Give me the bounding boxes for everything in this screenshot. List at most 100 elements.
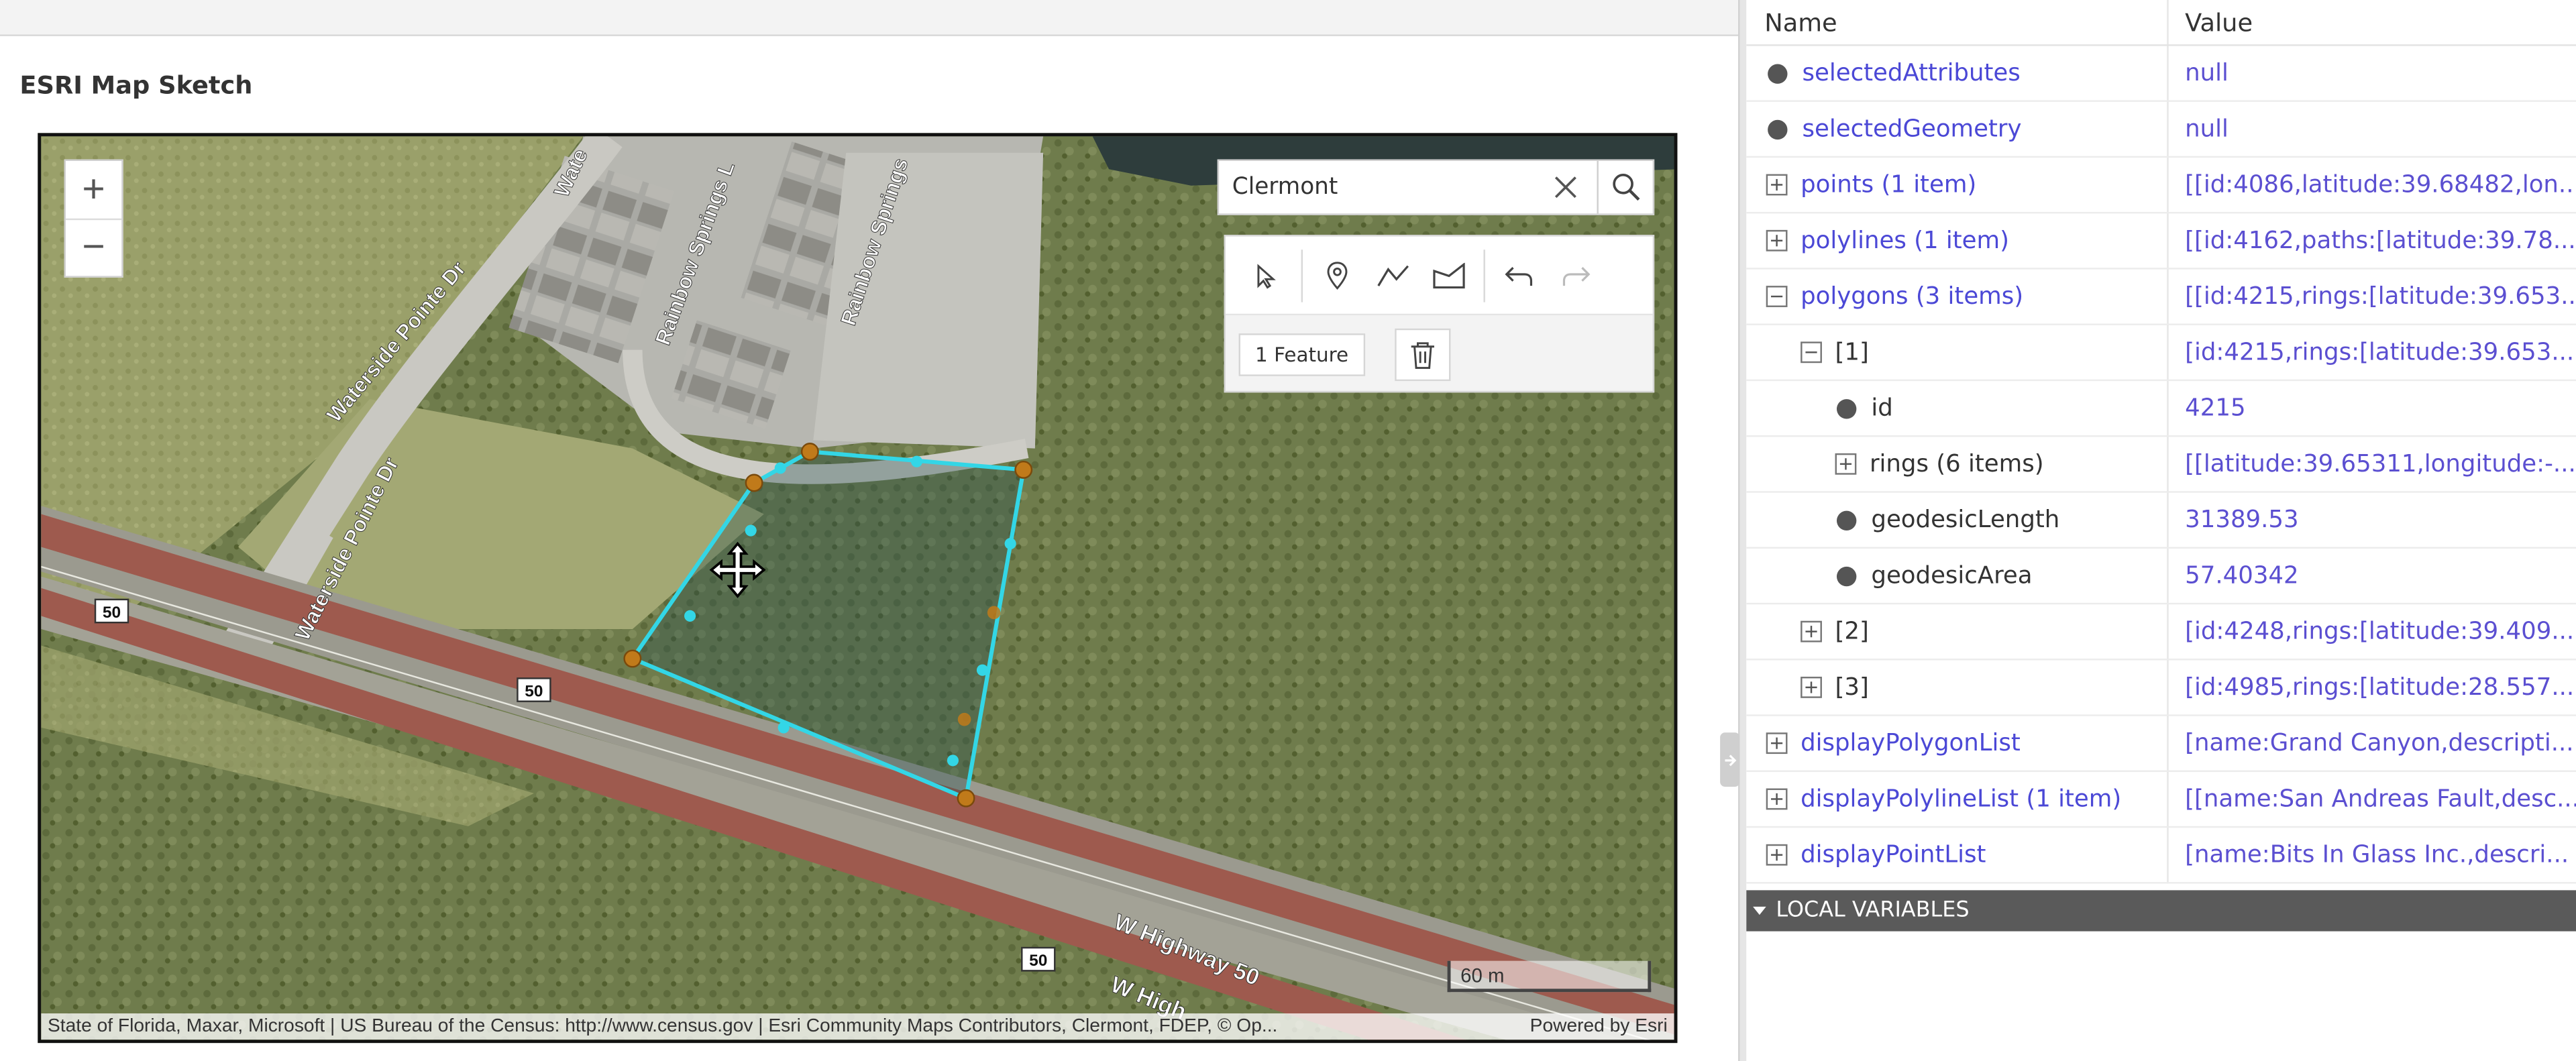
draw-polygon-button[interactable] [1421,247,1477,303]
variable-name: displayPolylineList (1 item) [1801,785,2122,813]
tool-separator [1301,249,1303,302]
collapse-icon[interactable] [1801,341,1822,364]
cursor-arrow-icon [1257,263,1276,288]
variable-row[interactable]: geodesicLength 31389.53 [1746,493,2576,549]
expand-icon[interactable] [1835,453,1857,475]
variable-row[interactable]: geodesicArea 57.40342 [1746,549,2576,605]
search-button[interactable] [1597,161,1652,214]
value-column-header[interactable]: Value [2184,0,2576,44]
pane-splitter[interactable] [1738,0,1747,1061]
expand-icon[interactable] [1801,620,1822,643]
variable-row[interactable]: [1] [id:4215,rings:[latitude:39.653... [1746,325,2576,382]
chevron-right-icon [1725,754,1737,766]
splitter-handle[interactable] [1720,732,1740,787]
variable-value: [[name:San Andreas Fault,desc... [2185,785,2576,813]
variable-row[interactable]: points (1 item) [[id:4086,latitude:39.68… [1746,158,2576,214]
bullet-icon [1768,63,1788,83]
delete-feature-button[interactable] [1394,328,1450,382]
svg-text:50: 50 [525,682,543,700]
zoom-out-button[interactable]: − [65,218,122,276]
variable-name: [3] [1835,674,1869,701]
sketch-widget: 1 Feature [1224,235,1655,394]
search-input[interactable]: Clermont [1219,161,1534,213]
variable-value: [[latitude:39.65311,longitude:-... [2185,451,2576,478]
variable-row[interactable]: rings (6 items) [[latitude:39.65311,long… [1746,437,2576,493]
trash-icon [1411,342,1434,370]
sketch-tools [1225,236,1653,316]
route-shield: 50 [94,598,129,624]
variable-row[interactable]: displayPolylineList (1 item) [[name:San … [1746,772,2576,828]
powered-by-esri[interactable]: Powered by Esri [1530,1013,1668,1040]
svg-text:50: 50 [103,604,121,622]
svg-text:50: 50 [1029,952,1047,970]
variable-value: [id:4215,rings:[latitude:39.653... [2185,339,2575,366]
name-column-header[interactable]: Name [1764,0,1837,44]
variable-name: polylines (1 item) [1801,227,2009,254]
variable-row[interactable]: polylines (1 item) [[id:4162,paths:[lati… [1746,213,2576,270]
expand-icon[interactable] [1766,732,1788,755]
variable-value: [[id:4215,rings:[latitude:39.653... [2185,283,2576,310]
expand-icon[interactable] [1766,174,1788,196]
collapse-icon[interactable] [1766,286,1788,307]
variable-name: polygons (3 items) [1801,283,2024,310]
tool-separator [1483,249,1485,302]
expand-icon[interactable] [1801,676,1822,698]
expand-icon[interactable] [1766,788,1788,810]
variable-name: rings (6 items) [1869,451,2044,478]
draw-point-button[interactable] [1309,247,1365,303]
clear-search-button[interactable] [1534,161,1597,213]
bullet-icon [1768,119,1788,139]
polyline-icon [1377,264,1409,286]
variable-name: points (1 item) [1801,171,1977,199]
variables-panel: Name Value selectedAttributes null selec… [1746,0,2576,1061]
variable-row[interactable]: polygons (3 items) [[id:4215,rings:[lati… [1746,270,2576,325]
close-icon [1554,176,1576,199]
variable-value: null [2185,60,2229,87]
redo-icon [1562,266,1591,285]
variables-header: Name Value [1746,0,2576,46]
bullet-icon [1836,565,1857,586]
variable-row[interactable]: id 4215 [1746,381,2576,437]
variable-row[interactable]: displayPolygonList [name:Grand Canyon,de… [1746,716,2576,773]
variable-name: displayPolygonList [1801,730,2021,757]
undo-button[interactable] [1492,247,1548,303]
variable-value: 31389.53 [2185,506,2299,533]
variable-name: id [1871,394,1893,422]
variable-value: [name:Bits In Glass Inc.,descri... [2185,842,2569,869]
variable-row[interactable]: selectedAttributes null [1746,46,2576,102]
feature-count-button[interactable]: 1 Feature [1238,333,1365,376]
attribution-text: State of Florida, Maxar, Microsoft | US … [48,1016,1278,1037]
route-shield: 50 [517,677,551,702]
redo-button[interactable] [1548,247,1603,303]
local-variables-label: LOCAL VARIABLES [1776,898,1970,924]
variable-value: null [2185,115,2229,142]
scale-bar: 60 m [1447,960,1652,993]
sketch-footer: 1 Feature [1226,315,1653,394]
variable-value: 57.40342 [2185,562,2299,589]
variable-row[interactable]: selectedGeometry null [1746,102,2576,158]
zoom-in-button[interactable]: + [66,161,121,219]
draw-polyline-button[interactable] [1365,247,1421,303]
variable-value: [[id:4162,paths:[latitude:39.78... [2185,227,2576,254]
variable-value: 4215 [2185,394,2246,422]
caret-down-icon [1753,906,1766,915]
variable-row[interactable]: [2] [id:4248,rings:[latitude:39.409... [1746,604,2576,661]
select-tool-button[interactable] [1239,247,1295,303]
top-toolbar [0,0,1739,36]
variable-name: geodesicLength [1871,506,2060,533]
local-variables-header[interactable]: LOCAL VARIABLES [1746,890,2576,932]
variable-name: selectedGeometry [1802,115,2022,142]
expand-icon[interactable] [1766,229,1788,252]
variable-row[interactable]: [3] [id:4985,rings:[latitude:28.557... [1746,660,2576,716]
variable-value: [[id:4086,latitude:39.68482,lon... [2185,171,2576,199]
map-view[interactable]: Waterside Pointe Dr Waterside Pointe Dr … [38,133,1678,1044]
variable-name: [2] [1835,618,1869,645]
zoom-control: + − [64,159,123,278]
expand-icon[interactable] [1766,844,1788,866]
variable-row[interactable]: displayPointList [name:Bits In Glass Inc… [1746,828,2576,884]
variable-value: [id:4248,rings:[latitude:39.409... [2185,618,2575,645]
variable-value: [name:Grand Canyon,descripti... [2185,730,2574,757]
variable-value: [id:4985,rings:[latitude:28.557... [2185,674,2575,701]
variable-name: selectedAttributes [1802,60,2021,87]
variable-name: [1] [1835,339,1869,366]
